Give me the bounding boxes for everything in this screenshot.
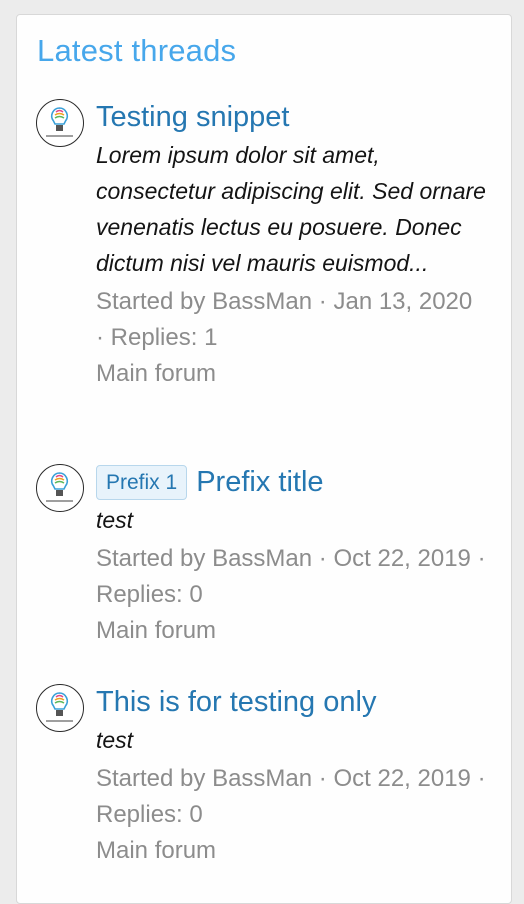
thread-body: Testing snippet Lorem ipsum dolor sit am… (96, 97, 486, 392)
thread-snippet: Lorem ipsum dolor sit amet, consectetur … (96, 142, 486, 276)
meta-separator: · (96, 324, 104, 351)
avatar-lightbulb-logo-icon[interactable] (36, 684, 84, 732)
replies-count: 0 (189, 801, 203, 828)
replies-count: 1 (204, 324, 218, 351)
replies-label: Replies: (110, 324, 198, 351)
widget-title: Latest threads (37, 33, 237, 68)
thread-meta: Started by BassMan · Jan 13, 2020 · Repl… (96, 284, 486, 356)
forum-link[interactable]: Main forum (96, 613, 486, 649)
meta-separator: · (318, 765, 327, 792)
replies-label: Replies: (96, 581, 183, 608)
started-by-label: Started by (96, 545, 206, 572)
thread-date[interactable]: Jan 13, 2020 (333, 288, 472, 315)
thread-title-link[interactable]: This is for testing only (96, 686, 376, 719)
thread-title-link[interactable]: Testing snippet (96, 101, 289, 134)
started-by-label: Started by (96, 288, 206, 315)
replies-count: 0 (189, 581, 203, 608)
latest-threads-widget: Latest threads Testing snippet Lorem ips… (16, 14, 512, 904)
thread-title-row: Testing snippet (96, 97, 486, 137)
thread-date[interactable]: Oct 22, 2019 (333, 765, 470, 792)
meta-separator: · (318, 545, 327, 572)
replies-label: Replies: (96, 801, 183, 828)
thread-snippet: test (96, 727, 134, 753)
thread-meta: Started by BassMan · Oct 22, 2019 · Repl… (96, 761, 486, 833)
meta-separator: · (477, 765, 486, 792)
thread-body: Prefix 1 Prefix title test Started by Ba… (96, 462, 486, 649)
started-by-label: Started by (96, 765, 206, 792)
thread-body: This is for testing only test Started by… (96, 682, 486, 869)
thread-snippet: test (96, 507, 134, 533)
thread-meta: Started by BassMan · Oct 22, 2019 · Repl… (96, 541, 486, 613)
thread-title-row: Prefix 1 Prefix title (96, 462, 486, 502)
meta-separator: · (318, 288, 327, 315)
author-link[interactable]: BassMan (212, 545, 312, 572)
thread-title-row: This is for testing only (96, 682, 486, 722)
forum-link[interactable]: Main forum (96, 833, 486, 869)
avatar-lightbulb-logo-icon[interactable] (36, 464, 84, 512)
thread-title-link[interactable]: Prefix title (196, 466, 323, 499)
avatar-lightbulb-logo-icon[interactable] (36, 99, 84, 147)
author-link[interactable]: BassMan (212, 288, 312, 315)
forum-link[interactable]: Main forum (96, 356, 486, 392)
thread-date[interactable]: Oct 22, 2019 (333, 545, 470, 572)
thread-prefix-label[interactable]: Prefix 1 (96, 464, 188, 500)
author-link[interactable]: BassMan (212, 765, 312, 792)
meta-separator: · (477, 545, 486, 572)
